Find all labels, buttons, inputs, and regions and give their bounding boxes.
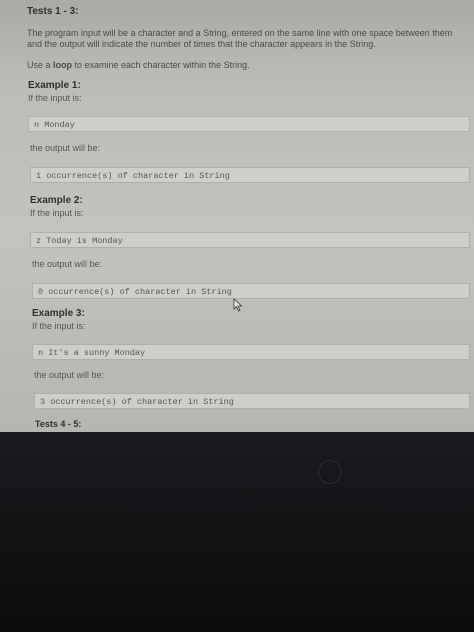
example-2-input-box: z Today is Monday <box>30 232 470 248</box>
laptop-bezel <box>0 432 474 632</box>
loop-hint: Use a loop to examine each character wit… <box>27 60 447 71</box>
example-2-input-label: If the input is: <box>30 208 84 218</box>
example-1-output-box: 1 occurrence(s) of character in String <box>30 167 470 183</box>
example-3-output-label: the output will be: <box>34 370 105 380</box>
description-text: The program input will be a character an… <box>27 28 453 49</box>
example-2-output-box: 0 occurrence(s) of character in String <box>32 283 470 299</box>
tests-4-5-heading: Tests 4 - 5: <box>35 419 82 429</box>
example-3-output: 3 occurrence(s) of character in String <box>40 397 234 407</box>
example-1-title: Example 1: <box>28 80 81 91</box>
mouse-pointer-icon <box>233 298 243 312</box>
example-1-input: n Monday <box>34 120 75 130</box>
example-1-input-box: n Monday <box>28 116 470 132</box>
hint-text-after: to examine each character within the Str… <box>72 60 250 70</box>
hint-text-before: Use a <box>27 60 54 70</box>
example-3-input-label: If the input is: <box>32 321 86 331</box>
hint-bold-loop: loop <box>53 60 73 70</box>
example-1-output: 1 occurrence(s) of character in String <box>36 171 230 181</box>
example-3-title: Example 3: <box>32 308 85 319</box>
example-1-input-label: If the input is: <box>28 93 82 103</box>
tests-1-3-heading: Tests 1 - 3: <box>27 6 79 17</box>
example-3-output-box: 3 occurrence(s) of character in String <box>34 393 470 409</box>
example-3-input-box: n It's a sunny Monday <box>32 344 470 360</box>
example-2-output: 0 occurrence(s) of character in String <box>38 287 232 297</box>
example-1-output-label: the output will be: <box>30 143 101 153</box>
hp-logo-icon <box>318 460 342 484</box>
example-2-input: z Today is Monday <box>36 236 123 246</box>
example-2-title: Example 2: <box>30 195 83 206</box>
example-2-output-label: the output will be: <box>32 259 103 269</box>
screen: Tests 1 - 3: The program input will be a… <box>0 0 474 432</box>
example-3-input: n It's a sunny Monday <box>38 348 146 358</box>
